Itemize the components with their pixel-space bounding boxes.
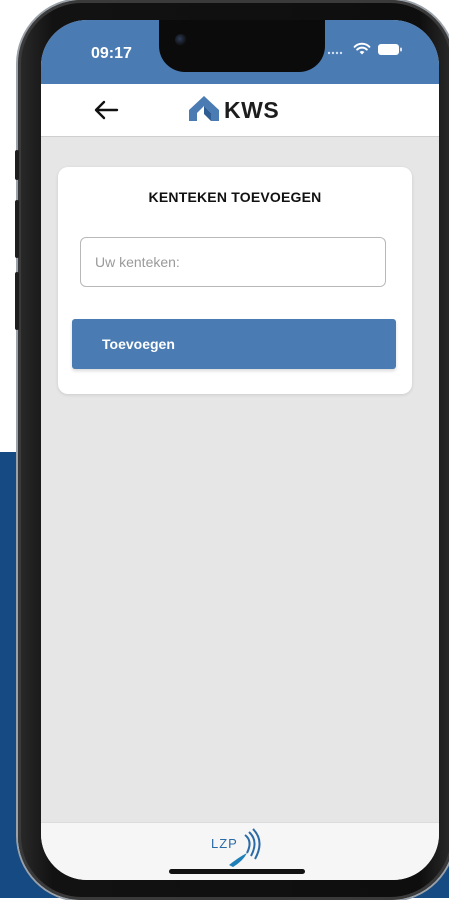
notch [159,20,325,72]
license-plate-input[interactable] [80,237,386,287]
lzp-logo-icon: LZP [209,827,269,874]
volume-up-button [15,200,19,258]
silent-switch [15,150,19,180]
back-arrow-icon[interactable] [93,98,119,122]
battery-icon [377,43,403,61]
add-button[interactable]: Toevoegen [72,319,396,369]
card-title: KENTEKEN TOEVOEGEN [148,189,322,205]
footer: LZP [41,822,439,880]
lzp-logo-text: LZP [211,836,238,851]
status-icons [327,42,403,61]
logo-text: KWS [224,97,280,123]
volume-down-button [15,272,19,330]
status-time: 09:17 [91,45,132,62]
wifi-icon [353,42,371,61]
kws-logo: KWS [187,93,279,128]
front-camera [175,34,187,46]
app-header: KWS [41,84,439,137]
add-plate-card: KENTEKEN TOEVOEGEN Toevoegen [58,167,412,394]
phone-screen: 09:17 KWS KENTEKEN TOEVOEGEN Uw kenteken… [41,20,439,880]
signal-dots-icon [327,43,347,61]
kws-house-logo-icon [187,93,221,128]
home-indicator[interactable] [169,869,305,874]
